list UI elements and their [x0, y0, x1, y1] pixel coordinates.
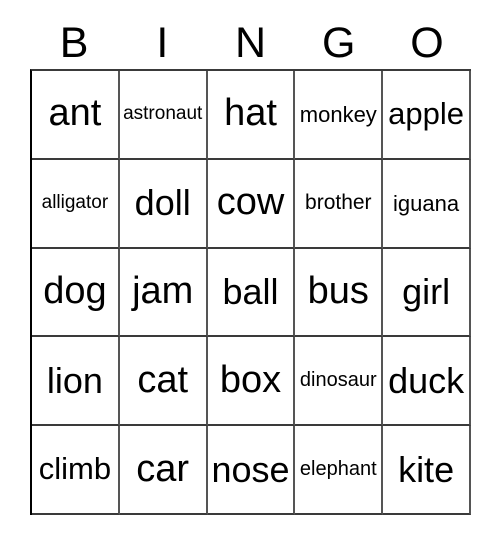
bingo-cell-label: box [219, 358, 282, 401]
bingo-grid: ant astronaut hat monkey apple alligator… [30, 69, 471, 515]
bingo-cell-label: astronaut [123, 103, 203, 125]
bingo-cell-label: ball [222, 271, 279, 313]
bingo-cell-label: lion [46, 359, 103, 401]
bingo-cell-label: dinosaur [299, 369, 377, 392]
bingo-cell[interactable]: girl [383, 248, 471, 338]
bingo-row: ant astronaut hat monkey apple [32, 71, 471, 160]
header-letter-i: I [156, 18, 169, 67]
bingo-cell[interactable]: doll [119, 159, 208, 249]
header-letter-g: G [321, 18, 356, 67]
header-letter-n: N [234, 18, 267, 67]
bingo-cell-label: dog [43, 270, 107, 313]
bingo-cell[interactable]: apple [383, 71, 471, 160]
bingo-cell-label: ant [48, 92, 102, 135]
bingo-cell[interactable]: jam [119, 248, 208, 338]
bingo-cell-label: monkey [299, 101, 377, 127]
bingo-cell-label: duck [388, 359, 465, 401]
bingo-cell-label: elephant [299, 458, 377, 481]
bingo-cell[interactable]: ball [207, 248, 296, 338]
bingo-cell[interactable]: hat [207, 71, 296, 160]
bingo-cell[interactable]: kite [383, 426, 471, 515]
bingo-cell[interactable]: duck [383, 337, 471, 427]
bingo-cell[interactable]: box [207, 337, 296, 427]
bingo-cell[interactable]: monkey [295, 71, 384, 160]
bingo-cell-label: cat [137, 358, 189, 401]
bingo-cell[interactable]: brother [295, 159, 384, 249]
bingo-cell-label: doll [134, 182, 191, 224]
bingo-cell-label: cow [216, 181, 285, 224]
bingo-cell[interactable]: nose [207, 426, 296, 515]
bingo-cell-label: kite [398, 448, 455, 490]
bingo-cell[interactable]: lion [32, 337, 120, 427]
bingo-cell[interactable]: cat [119, 337, 208, 427]
bingo-cell-label: climb [38, 451, 112, 487]
bingo-cell-label: car [136, 447, 190, 490]
bingo-cell-label: nose [211, 448, 290, 490]
bingo-header: B I N G O [30, 17, 471, 69]
bingo-cell-label: apple [388, 96, 465, 132]
bingo-cell[interactable]: alligator [32, 159, 120, 249]
bingo-cell[interactable]: iguana [383, 159, 471, 249]
bingo-cell-label: iguana [393, 190, 460, 216]
bingo-cell[interactable]: astronaut [119, 71, 208, 160]
bingo-row: alligator doll cow brother iguana [32, 159, 471, 249]
bingo-cell[interactable]: dinosaur [295, 337, 384, 427]
bingo-cell[interactable]: elephant [295, 426, 384, 515]
bingo-cell-label: bus [307, 270, 369, 313]
bingo-cell-label: girl [402, 271, 451, 313]
bingo-cell-label: hat [224, 92, 277, 135]
bingo-cell-label: brother [305, 191, 372, 215]
bingo-row: dog jam ball bus girl [32, 248, 471, 338]
bingo-cell[interactable]: car [119, 426, 208, 515]
bingo-row: climb car nose elephant kite [32, 426, 471, 515]
bingo-cell-label: alligator [41, 192, 109, 214]
header-letter-b: B [59, 18, 89, 67]
bingo-card: B I N G O ant astronaut hat monkey apple… [0, 0, 500, 544]
bingo-cell[interactable]: bus [295, 248, 384, 338]
bingo-cell[interactable]: cow [207, 159, 296, 249]
bingo-cell[interactable]: climb [32, 426, 120, 515]
bingo-cell[interactable]: dog [32, 248, 120, 338]
bingo-cell-label: jam [132, 270, 194, 313]
bingo-row: lion cat box dinosaur duck [32, 337, 471, 427]
header-letter-o: O [410, 18, 444, 67]
bingo-cell[interactable]: ant [32, 71, 120, 160]
